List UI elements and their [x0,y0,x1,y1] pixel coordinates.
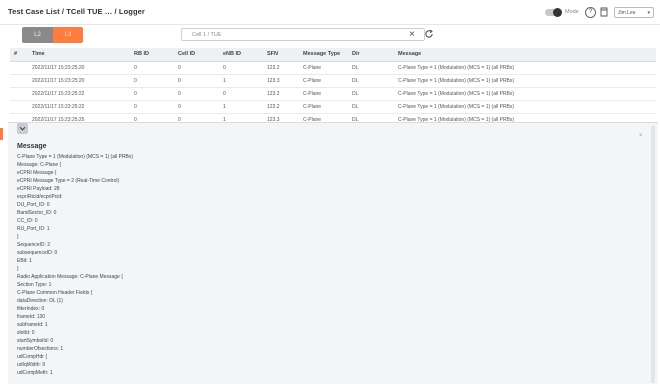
cell-cell-id: 0 [178,65,181,71]
mode-toggle[interactable] [545,8,562,17]
cell-message: C-Plane Type = 1 (Modulation) (MCS = 1) … [398,104,515,110]
cell-message-type: C-Plane [303,91,322,97]
table-row[interactable]: 2022/11/17 15:23:25:20 0 0 0 123.2 C-Pla… [10,62,656,75]
docs-icon[interactable] [600,7,608,17]
cell-enb-id: 0 [223,65,226,71]
message-line: C-Plane Type = 1 (Modulation) (MCS = 1) … [17,154,134,160]
cell-rb-id: 0 [134,78,137,84]
cell-rb-id: 0 [134,104,137,110]
message-line: Section Type: 1 [17,282,52,288]
table-row[interactable]: 2022/11/17 15:23:25:22 0 0 0 123.2 C-Pla… [10,88,656,101]
message-line: CC_ID: 0 [17,218,38,224]
message-detail-panel [8,122,658,384]
message-line: Message: C-Plane { [17,162,62,168]
cell-dir: DL [352,91,359,97]
message-line: eCPRI Message Type = 2 (Real-Time Contro… [17,178,120,184]
message-line: eCPRI Message { [17,170,57,176]
message-line: BandSector_ID: 0 [17,210,57,216]
cell-sfn: 123.3 [267,78,280,84]
cell-enb-id: 1 [223,104,226,110]
cell-cell-id: 0 [178,104,181,110]
message-line: udCompMeth: 1 [17,370,53,376]
toggle-knob [553,8,562,17]
col-rb-id[interactable]: RB ID [134,51,149,57]
cell-sfn: 123.2 [267,65,280,71]
message-line: } [17,234,19,240]
cell-sfn: 123.2 [267,91,280,97]
chevron-down-icon: ▾ [647,10,650,16]
message-line: eCPRI Payload: 28 [17,186,60,192]
mode-label: Mode [565,9,579,15]
cell-time: 2022/11/17 15:23:25:20 [32,65,85,71]
message-line: numberOfsections: 1 [17,346,64,352]
cell-message-type: C-Plane [303,78,322,84]
col-sfn[interactable]: SFN [267,51,278,57]
message-line: startSymbolId: 0 [17,338,54,344]
l2-button[interactable]: L2 [22,27,53,43]
cell-rb-id: 0 [134,65,137,71]
cell-message-type: C-Plane [303,65,322,71]
cell-message: C-Plane Type = 1 (Modulation) (MCS = 1) … [398,91,515,97]
detail-scrollbar[interactable] [651,126,655,383]
user-select[interactable]: Jim Lee ▾ [614,7,654,18]
message-line: udCompHdr { [17,354,48,360]
search-input[interactable]: Cell 1 / TUE [181,28,425,41]
message-line: SequenceID: 2 [17,242,51,248]
table-row[interactable]: 2022/11/17 15:23:25:20 0 0 1 123.3 C-Pla… [10,75,656,88]
table-row[interactable]: 2022/11/17 15:23:25:22 0 0 1 123.2 C-Pla… [10,101,656,114]
col-index[interactable]: # [14,51,17,57]
help-icon[interactable]: ? [585,7,596,18]
col-time[interactable]: Time [32,51,45,57]
col-cell-id[interactable]: Cell ID [178,51,195,57]
cell-message: C-Plane Type = 1 (Modulation) (MCS = 1) … [398,65,515,71]
close-icon[interactable]: × [639,133,643,139]
message-line: dataDirection: DL (1) [17,298,63,304]
cell-message: C-Plane Type = 1 (Modulation) (MCS = 1) … [398,78,515,84]
message-line: DU_Port_ID: 0 [17,202,50,208]
message-line: filterIndex: 0 [17,306,45,312]
panel-resize-handle[interactable] [0,128,3,140]
cell-rb-id: 0 [134,91,137,97]
cell-cell-id: 0 [178,78,181,84]
cell-cell-id: 0 [178,91,181,97]
message-line: RU_Port_ID: 1 [17,226,50,232]
table-header: # Time RB ID Cell ID eNB ID SFN Message … [10,48,656,62]
message-line: udIqWidth: 9 [17,362,46,368]
search-value: Cell 1 / TUE [192,32,222,38]
cell-message-type: C-Plane [303,104,322,110]
col-dir[interactable]: Dir [352,51,360,57]
message-line: ecpriRtcid/ecpriPcid: [17,194,63,200]
clear-icon[interactable]: × [409,28,415,41]
message-line: EBit: 1 [17,258,32,264]
cell-time: 2022/11/17 15:23:25:22 [32,104,85,110]
message-line: frameId: 130 [17,314,46,320]
cell-sfn: 123.2 [267,104,280,110]
message-line: subsequenceID: 0 [17,250,58,256]
message-line: Radio Application Message: C-Plane Messa… [17,274,123,280]
cell-dir: DL [352,78,359,84]
breadcrumb-title[interactable]: Test Case List / TCell TUE … / Logger [8,7,145,16]
cell-dir: DL [352,65,359,71]
cell-enb-id: 1 [223,78,226,84]
user-select-value: Jim Lee [618,10,636,16]
message-line: C-Plane Common Header Fields { [17,290,93,296]
col-message[interactable]: Message [398,51,421,57]
l3-button[interactable]: L3 [53,27,83,43]
col-message-type[interactable]: Message Type [303,51,340,57]
col-enb-id[interactable]: eNB ID [223,51,241,57]
message-line: } [17,266,19,272]
cell-time: 2022/11/17 15:23:25:22 [32,91,85,97]
cell-time: 2022/11/17 15:23:25:20 [32,78,85,84]
message-heading: Message [17,143,47,150]
refresh-icon[interactable] [424,29,434,39]
collapse-button[interactable] [17,123,28,134]
cell-enb-id: 0 [223,91,226,97]
message-line: slotId: 0 [17,330,35,336]
message-line: subframeId: 1 [17,322,48,328]
cell-dir: DL [352,104,359,110]
